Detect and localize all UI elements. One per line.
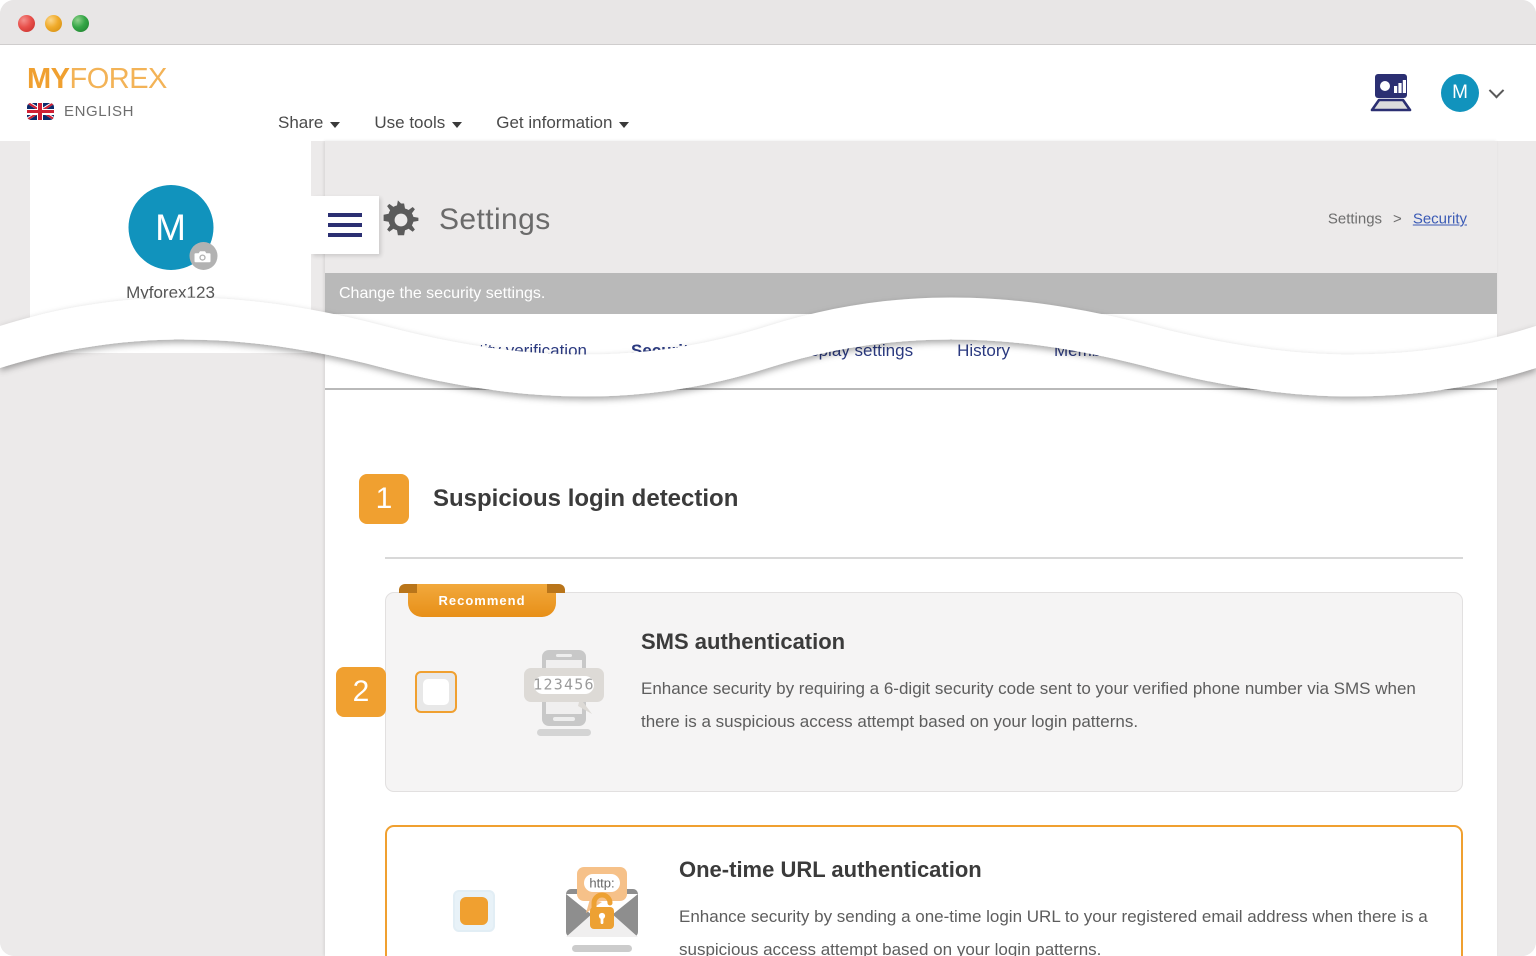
security-settings-body: 1 Suspicious login detection Recommend 2 (325, 471, 1497, 956)
site-logo[interactable]: MYFOREX ENGLISH (27, 62, 237, 120)
tab-label: History (957, 341, 1010, 360)
chevron-down-icon (330, 121, 341, 128)
settings-tabs: Profile Identity verification Security M… (325, 333, 1497, 390)
traffic-lights (18, 15, 89, 32)
laptop-dashboard-icon[interactable] (1367, 71, 1415, 115)
onetime-url-icon-slot: http: (524, 861, 679, 956)
breadcrumb-separator: > (1393, 210, 1402, 228)
header-right-actions: M (1367, 71, 1505, 115)
page-title-row: Settings (380, 199, 551, 241)
browser-window: MYFOREX ENGLISH Share Use tools Get info… (0, 0, 1536, 956)
section-header: 1 Suspicious login detection (359, 471, 1463, 527)
step-number-badge: 2 (336, 667, 386, 717)
step-badge-slot: 2 (336, 667, 428, 717)
section-number-badge: 1 (359, 474, 409, 524)
chevron-down-icon (452, 121, 463, 128)
close-window-button[interactable] (18, 15, 35, 32)
option-card-onetime-url-authentication[interactable]: http: One-time URL authentication Enhanc… (385, 825, 1463, 956)
onetime-url-authentication-checkbox[interactable] (453, 889, 495, 932)
tab-membership[interactable]: Membership (1054, 333, 1148, 378)
tab-label: Profile (354, 341, 403, 360)
breadcrumb-parent[interactable]: Settings (1328, 211, 1382, 228)
notice-text: Change the security settings. (339, 284, 546, 302)
onetime-url-option-title: One-time URL authentication (679, 857, 982, 882)
tab-mail-display-settings[interactable]: Mail & Display settings (742, 333, 913, 378)
tab-security[interactable]: Security (630, 333, 699, 380)
sms-option-title: SMS authentication (641, 629, 846, 654)
email-url-lock-icon: http: (565, 866, 638, 952)
zoom-window-button[interactable] (72, 15, 89, 32)
minimize-window-button[interactable] (45, 15, 62, 32)
logo-my-text: MY (27, 63, 70, 95)
svg-text:http:: http: (589, 875, 614, 890)
nav-item-get-information[interactable]: Get information (496, 113, 630, 133)
profile-card: M Myforex123 (30, 141, 311, 353)
logo-forex-text: FOREX (69, 63, 168, 95)
profile-avatar-wrap[interactable]: M (128, 185, 217, 270)
camera-icon[interactable] (189, 242, 217, 270)
section-title: Suspicious login detection (433, 485, 739, 512)
notice-banner: Change the security settings. (325, 273, 1497, 314)
nav-label: Share (278, 113, 324, 132)
nav-label: Get information (496, 113, 613, 132)
onetime-url-checkbox-slot (424, 889, 524, 932)
sms-phone-icon: 123456 (523, 650, 604, 736)
page-title: Settings (439, 203, 551, 236)
profile-divider (42, 337, 299, 338)
account-menu[interactable]: M (1441, 74, 1505, 112)
onetime-url-text-slot: One-time URL authentication Enhance secu… (679, 855, 1435, 956)
section-divider (385, 557, 1463, 559)
tab-label: Identity verification (446, 341, 587, 360)
onetime-url-option-description: Enhance security by sending a one-time l… (679, 907, 1428, 956)
recommend-ribbon: Recommend (399, 584, 565, 617)
avatar: M (1441, 74, 1479, 112)
nav-item-use-tools[interactable]: Use tools (374, 113, 463, 133)
sms-option-description: Enhance security by requiring a 6-digit … (641, 679, 1416, 731)
svg-text:123456: 123456 (533, 676, 594, 694)
tab-label: Security (630, 341, 699, 360)
language-label: ENGLISH (64, 103, 135, 120)
nav-item-share[interactable]: Share (278, 113, 341, 133)
chevron-down-icon (619, 121, 630, 128)
hamburger-menu-icon[interactable] (311, 196, 379, 254)
window-titlebar (0, 0, 1536, 45)
language-selector[interactable]: ENGLISH (27, 103, 237, 120)
sms-icon-slot: 123456 (486, 636, 641, 748)
tab-label: Mail & Display settings (742, 341, 914, 360)
gear-icon (383, 200, 419, 236)
settings-panel: Settings Settings > Security Change the … (311, 141, 1497, 956)
tab-identity-verification[interactable]: Identity verification (446, 333, 587, 378)
sms-text-slot: SMS authentication Enhance security by r… (641, 627, 1436, 738)
site-header: MYFOREX ENGLISH Share Use tools Get info… (0, 45, 1536, 141)
main-navigation: Share Use tools Get information (278, 113, 630, 133)
uk-flag-icon (27, 103, 54, 120)
checkbox-inner (460, 896, 488, 925)
breadcrumb: Settings > Security (1328, 211, 1467, 228)
option-card-sms-authentication[interactable]: Recommend 2 123456 SMS authentication En… (336, 584, 1463, 792)
chevron-down-icon (1488, 82, 1505, 98)
breadcrumb-current[interactable]: Security (1413, 211, 1467, 228)
tab-label: Membership (1054, 341, 1148, 360)
tab-profile[interactable]: Profile (354, 333, 402, 378)
tab-history[interactable]: History (957, 333, 1010, 378)
profile-username: Myforex123 (126, 283, 215, 302)
nav-label: Use tools (374, 113, 446, 132)
page-body: MYFOREX ENGLISH Share Use tools Get info… (0, 45, 1536, 956)
logo-wordmark: MYFOREX (27, 62, 237, 96)
